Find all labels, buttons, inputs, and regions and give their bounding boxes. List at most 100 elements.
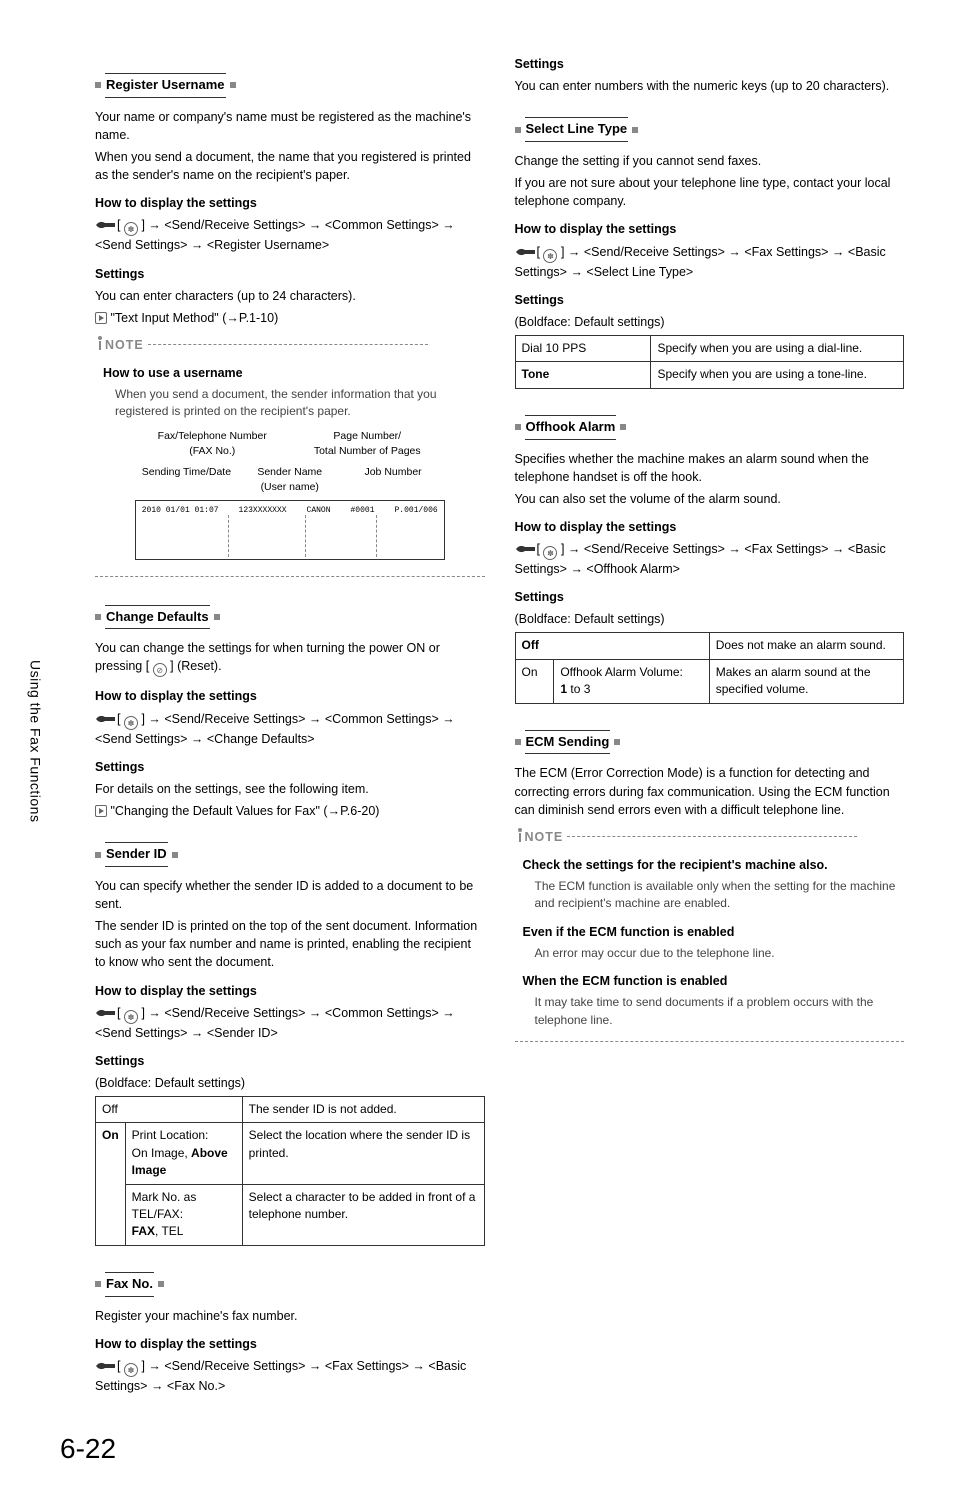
diagram-label: Page Number/ Total Number of Pages (290, 429, 445, 459)
text: Specifies whether the machine makes an a… (515, 450, 905, 486)
path-text: ] → <Send/Receive Settings> → <Fax Setti… (515, 542, 886, 576)
subheading-settings: Settings (95, 1052, 485, 1070)
table-row: Off Does not make an alarm sound. (515, 633, 904, 659)
left-column: Register Username Your name or company's… (95, 55, 485, 1399)
note-text: It may take time to send documents if a … (535, 994, 905, 1029)
note-text: When you send a document, the sender inf… (115, 386, 485, 421)
offhook-table: Off Does not make an alarm sound. On Off… (515, 632, 905, 703)
path-text: ] → <Send/Receive Settings> → <Common Se… (95, 712, 455, 746)
cell-desc: Select the location where the sender ID … (242, 1123, 484, 1184)
note-subheading: Check the settings for the recipient's m… (523, 856, 905, 874)
sender-id-table: Off The sender ID is not added. On Print… (95, 1096, 485, 1246)
hand-icon (515, 543, 537, 555)
text: Change the setting if you cannot send fa… (515, 152, 905, 170)
cell-opt: Mark No. as TEL/FAX: FAX, TEL (125, 1184, 242, 1245)
default-note: (Boldface: Default settings) (515, 610, 905, 628)
hand-icon (95, 219, 117, 231)
text: You can specify whether the sender ID is… (95, 877, 485, 913)
heading-sender-id: Sender ID (105, 842, 168, 867)
menu-button-icon: ✽ (124, 1363, 138, 1377)
subheading-settings: Settings (515, 291, 905, 309)
text: For details on the settings, see the fol… (95, 780, 485, 798)
play-icon (95, 312, 107, 324)
subheading-how-to-display: How to display the settings (95, 982, 485, 1000)
table-row: Mark No. as TEL/FAX: FAX, TEL Select a c… (96, 1184, 485, 1245)
select-line-table: Dial 10 PPS Specify when you are using a… (515, 335, 905, 389)
note-subheading: When the ECM function is enabled (523, 972, 905, 990)
cell-desc: Specify when you are using a dial-line. (651, 335, 904, 361)
text: If you are not sure about your telephone… (515, 174, 905, 210)
heading-offhook-alarm: Offhook Alarm (525, 415, 617, 440)
diagram-label: Sender Name (User name) (238, 465, 341, 495)
note-label: NOTE (105, 336, 144, 354)
pin-icon (95, 336, 105, 350)
cell-on: On (96, 1123, 126, 1245)
subheading-settings: Settings (95, 265, 485, 283)
cell-opt: Offhook Alarm Volume: 1 to 3 (554, 659, 709, 703)
menu-path: [ ✽ ] → <Send/Receive Settings> → <Fax S… (515, 540, 905, 578)
heading-change-defaults: Change Defaults (105, 605, 210, 630)
sender-info-diagram: Fax/Telephone Number (FAX No.) Page Numb… (135, 429, 445, 560)
path-text: ] → <Send/Receive Settings> → <Fax Setti… (515, 245, 886, 279)
play-icon (95, 805, 107, 817)
note-text: The ECM function is available only when … (535, 878, 905, 913)
fax-header-strip: 2010 01/01 01:07 123XXXXXXX CANON #0001 … (135, 500, 445, 560)
menu-button-icon: ✽ (543, 546, 557, 560)
text: Your name or company's name must be regi… (95, 108, 485, 144)
subheading-settings: Settings (95, 758, 485, 776)
menu-path: [ ✽ ] → <Send/Receive Settings> → <Commo… (95, 1004, 485, 1042)
path-text: ] → <Send/Receive Settings> → <Common Se… (95, 1006, 455, 1040)
cell-off: Off (96, 1097, 243, 1123)
subheading-how-to-display: How to display the settings (95, 194, 485, 212)
heading-fax-no: Fax No. (105, 1272, 154, 1297)
path-text: ] → <Send/Receive Settings> → <Fax Setti… (95, 1359, 466, 1393)
table-row: Dial 10 PPS Specify when you are using a… (515, 335, 904, 361)
reset-button-icon: ⊘ (153, 663, 167, 677)
table-row: On Print Location: On Image, Above Image… (96, 1123, 485, 1184)
subheading-how-to-display: How to display the settings (95, 687, 485, 705)
diagram-label: Fax/Telephone Number (FAX No.) (135, 429, 290, 459)
dashed-divider (95, 576, 485, 577)
cell-opt: Print Location: On Image, Above Image (125, 1123, 242, 1184)
diagram-label: Sending Time/Date (135, 465, 238, 495)
note-block: NOTE Check the settings for the recipien… (515, 827, 905, 1042)
note-subheading: How to use a username (103, 364, 485, 382)
text: You can enter characters (up to 24 chara… (95, 287, 485, 305)
menu-path: [ ✽ ] → <Send/Receive Settings> → <Commo… (95, 710, 485, 748)
subheading-how-to-display: How to display the settings (515, 220, 905, 238)
table-row: On Offhook Alarm Volume: 1 to 3 Makes an… (515, 659, 904, 703)
subheading-settings: Settings (515, 588, 905, 606)
cell-opt: Dial 10 PPS (515, 335, 651, 361)
menu-path: [ ✽ ] → <Send/Receive Settings> → <Fax S… (515, 243, 905, 281)
note-subheading: Even if the ECM function is enabled (523, 923, 905, 941)
hand-icon (95, 1007, 117, 1019)
default-note: (Boldface: Default settings) (515, 313, 905, 331)
dashed-divider (515, 1041, 905, 1042)
text: The ECM (Error Correction Mode) is a fun… (515, 764, 905, 818)
table-row: Off The sender ID is not added. (96, 1097, 485, 1123)
note-text: An error may occur due to the telephone … (535, 945, 905, 962)
default-note: (Boldface: Default settings) (95, 1074, 485, 1092)
subheading-how-to-display: How to display the settings (95, 1335, 485, 1353)
cell-desc: Does not make an alarm sound. (709, 633, 903, 659)
path-text: ] → <Send/Receive Settings> → <Common Se… (95, 218, 455, 252)
table-row: Tone Specify when you are using a tone-l… (515, 362, 904, 388)
text: Register your machine's fax number. (95, 1307, 485, 1325)
text: You can enter numbers with the numeric k… (515, 77, 905, 95)
right-column: Settings You can enter numbers with the … (515, 55, 905, 1399)
cell-opt: Tone (515, 362, 651, 388)
heading-select-line-type: Select Line Type (525, 117, 629, 142)
cell-on: On (515, 659, 554, 703)
cross-reference: "Text Input Method" (→P.1-10) (95, 309, 485, 327)
diagram-label: Job Number (341, 465, 444, 495)
cell-desc: Makes an alarm sound at the specified vo… (709, 659, 903, 703)
menu-button-icon: ✽ (124, 716, 138, 730)
cross-reference: "Changing the Default Values for Fax" (→… (95, 802, 485, 820)
cell-desc: Select a character to be added in front … (242, 1184, 484, 1245)
menu-path: [ ✽ ] → <Send/Receive Settings> → <Fax S… (95, 1357, 485, 1395)
text: The sender ID is printed on the top of t… (95, 917, 485, 971)
text: You can also set the volume of the alarm… (515, 490, 905, 508)
text: You can change the settings for when tur… (95, 639, 485, 677)
page-number: 6-22 (60, 1429, 904, 1470)
subheading-settings: Settings (515, 55, 905, 73)
